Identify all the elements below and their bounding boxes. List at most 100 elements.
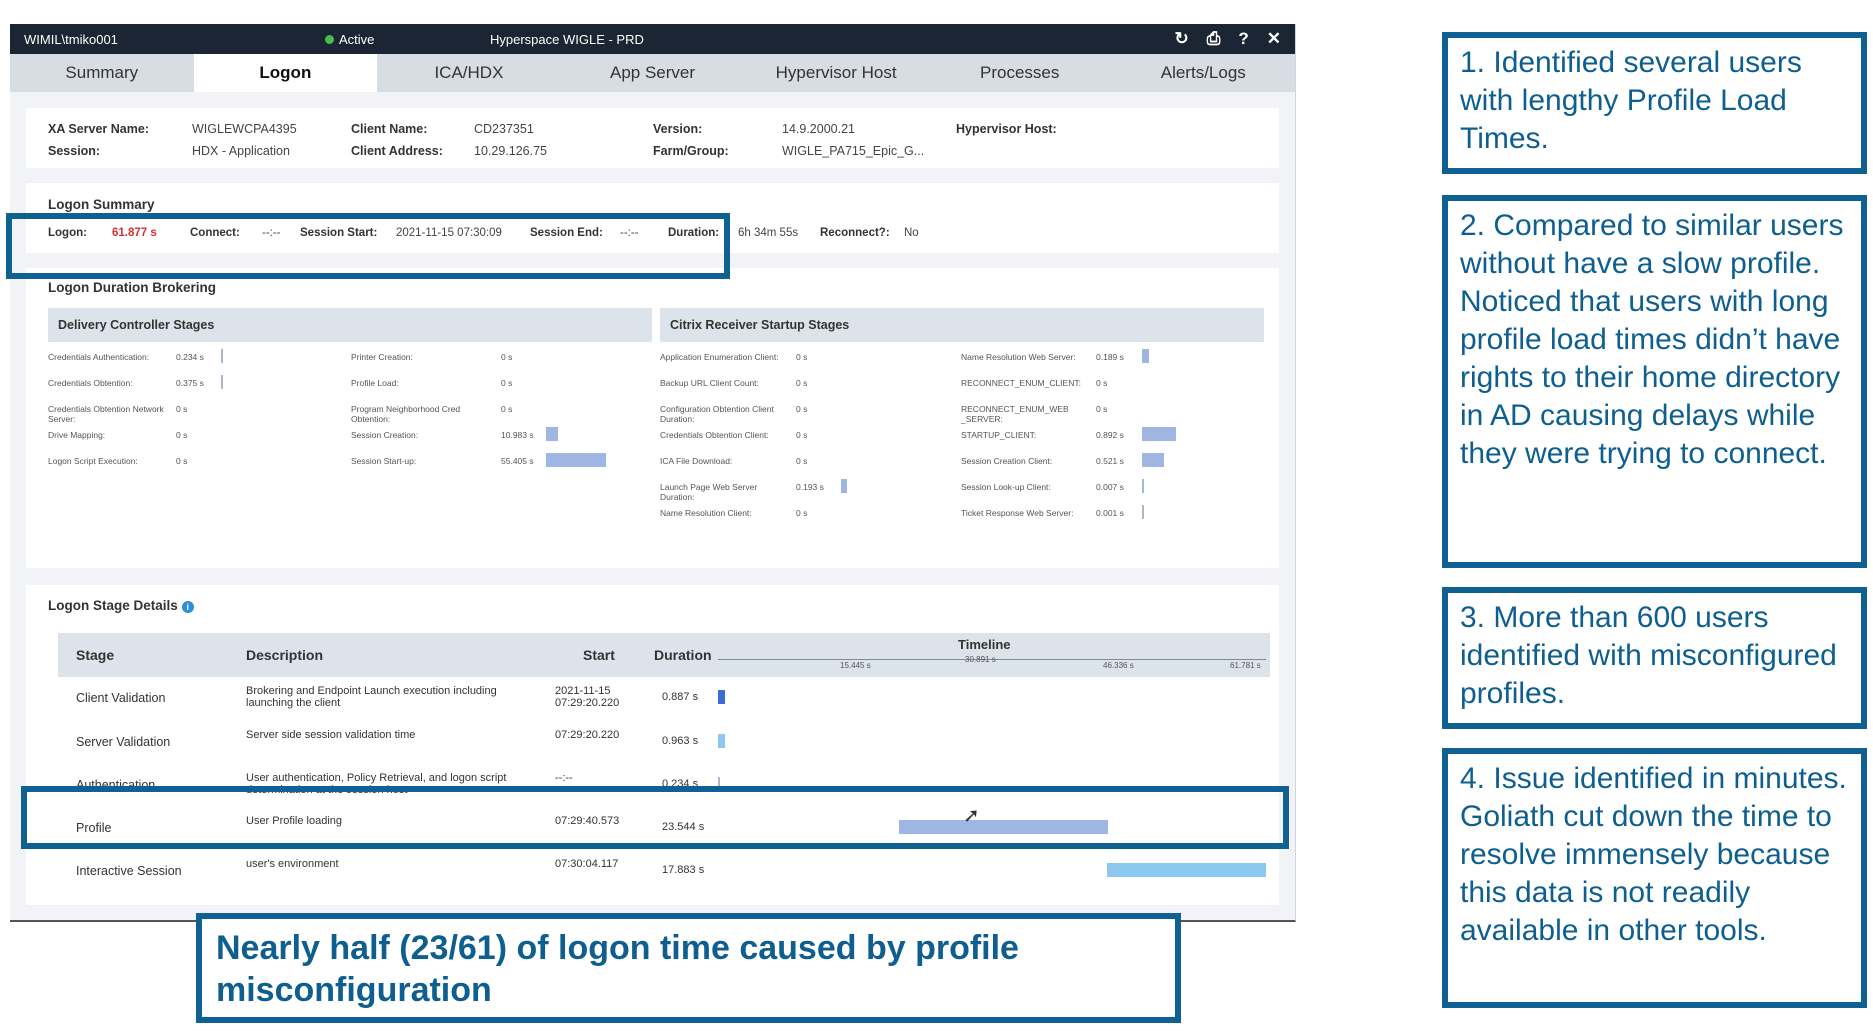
status-indicator: Active bbox=[325, 32, 374, 47]
stage-name: Program Neighborhood Cred Obtention: bbox=[351, 404, 461, 424]
user-label: WIMIL\tmiko001 bbox=[24, 32, 118, 47]
stage-value: 0 s bbox=[176, 456, 188, 466]
bottom-callout: Nearly half (23/61) of logon time caused… bbox=[196, 913, 1181, 1023]
stage-name: Name Resolution Web Server: bbox=[961, 352, 1076, 362]
window-controls: ↻ ⎙ ? ✕ bbox=[1175, 29, 1282, 49]
client-name-value: CD237351 bbox=[474, 122, 534, 136]
client-address-label: Client Address: bbox=[351, 144, 443, 158]
description-cell: Server side session validation time bbox=[246, 729, 416, 741]
logon-summary-title: Logon Summary bbox=[48, 197, 155, 212]
stage-value: 0 s bbox=[796, 430, 808, 440]
callout-3-text: 3. More than 600 users identified with m… bbox=[1460, 601, 1837, 710]
session-label: Session: bbox=[48, 144, 101, 158]
tab-summary[interactable]: Summary bbox=[10, 54, 194, 92]
refresh-icon[interactable]: ↻ bbox=[1175, 29, 1189, 49]
xa-server-value: WIGLEWCPA4395 bbox=[192, 122, 297, 136]
receiver-startup-header: Citrix Receiver Startup Stages bbox=[660, 308, 1264, 342]
client-name-label: Client Name: bbox=[351, 122, 428, 136]
stage-value: 55.405 s bbox=[501, 456, 534, 466]
stage-name: Ticket Response Web Server: bbox=[961, 508, 1074, 518]
status-dot-icon bbox=[325, 35, 334, 44]
reconnect-label: Reconnect?: bbox=[820, 227, 890, 239]
stage-bar bbox=[546, 453, 606, 467]
stage-bar bbox=[1142, 479, 1144, 493]
stage-bar bbox=[1142, 427, 1176, 441]
window-title: Hyperspace WIGLE - PRD bbox=[490, 32, 644, 47]
tab-logon[interactable]: Logon bbox=[193, 54, 378, 92]
tab-processes[interactable]: Processes bbox=[928, 54, 1112, 92]
print-icon[interactable]: ⎙ bbox=[1207, 29, 1221, 49]
tab-alerts-logs[interactable]: Alerts/Logs bbox=[1111, 54, 1295, 92]
stage-name: Session Creation Client: bbox=[961, 456, 1053, 466]
stage-cell: Client Validation bbox=[76, 691, 166, 705]
description-cell: Brokering and Endpoint Launch execution … bbox=[246, 685, 497, 709]
stage-name: STARTUP_CLIENT: bbox=[961, 430, 1037, 440]
stage-value: 0.892 s bbox=[1096, 430, 1124, 440]
callout-2: 2. Compared to similar users without hav… bbox=[1442, 195, 1867, 568]
col-description[interactable]: Description bbox=[246, 647, 323, 663]
col-timeline[interactable]: Timeline bbox=[958, 637, 1011, 652]
stage-bar bbox=[221, 375, 223, 389]
stage-value: 0 s bbox=[1096, 378, 1108, 388]
duration-cell: 17.883 s bbox=[662, 864, 705, 876]
stage-value: 0 s bbox=[501, 378, 513, 388]
close-icon[interactable]: ✕ bbox=[1267, 29, 1281, 49]
stage-value: 0.521 s bbox=[1096, 456, 1124, 466]
start-cell: --:-- bbox=[555, 772, 573, 784]
timeline-bar bbox=[718, 690, 725, 704]
timeline-bar bbox=[1107, 863, 1266, 877]
col-start[interactable]: Start bbox=[583, 647, 615, 663]
timeline-tick-2: 30.891 s bbox=[965, 655, 996, 664]
duration-cell: 0.963 s bbox=[662, 735, 699, 747]
stage-value: 0 s bbox=[796, 404, 808, 414]
stage-value: 0.193 s bbox=[796, 482, 824, 492]
stage-bar bbox=[1142, 505, 1144, 519]
xa-server-label: XA Server Name: bbox=[48, 122, 149, 136]
stage-name: RECONNECT_ENUM_CLIENT: bbox=[961, 378, 1081, 388]
tab-ica-hdx[interactable]: ICA/HDX bbox=[377, 54, 561, 92]
stage-value: 0.189 s bbox=[1096, 352, 1124, 362]
brokering-title: Logon Duration Brokering bbox=[48, 280, 216, 295]
tab-app-server[interactable]: App Server bbox=[561, 54, 745, 92]
col-duration[interactable]: Duration bbox=[654, 647, 712, 663]
hypervisor-host-label: Hypervisor Host: bbox=[956, 122, 1057, 136]
start-cell: 07:30:04.117 bbox=[555, 858, 619, 870]
stage-name: Name Resolution Client: bbox=[660, 508, 752, 518]
session-value: HDX - Application bbox=[192, 144, 290, 158]
stage-value: 10.983 s bbox=[501, 430, 534, 440]
stage-details-title: Logon Stage Details i bbox=[48, 598, 194, 613]
info-icon[interactable]: i bbox=[181, 601, 194, 613]
stage-cell: Server Validation bbox=[76, 735, 171, 749]
stage-cell: Interactive Session bbox=[76, 864, 182, 878]
stage-name: Credentials Obtention Client: bbox=[660, 430, 769, 440]
reconnect-value: No bbox=[904, 227, 919, 239]
stage-name: Session Look-up Client: bbox=[961, 482, 1051, 492]
version-value: 14.9.2000.21 bbox=[782, 122, 855, 136]
stage-bar bbox=[1142, 453, 1164, 467]
col-stage[interactable]: Stage bbox=[76, 647, 114, 663]
stage-name: Session Start-up: bbox=[351, 456, 417, 466]
stage-value: 0.001 s bbox=[1096, 508, 1124, 518]
start-cell: 2021-11-15 07:29:20.220 bbox=[555, 685, 620, 709]
stage-name: Application Enumeration Client: bbox=[660, 352, 779, 362]
version-label: Version: bbox=[653, 122, 703, 136]
brokering-panel: Logon Duration Brokering Delivery Contro… bbox=[26, 268, 1279, 568]
stage-name: Drive Mapping: bbox=[48, 430, 106, 440]
help-icon[interactable]: ? bbox=[1238, 29, 1248, 49]
start-cell: 07:29:20.220 bbox=[555, 729, 620, 741]
mouse-cursor-icon: ➚ bbox=[963, 805, 980, 827]
stage-value: 0 s bbox=[176, 404, 188, 414]
stage-value: 0 s bbox=[796, 508, 808, 518]
stage-name: Printer Creation: bbox=[351, 352, 413, 362]
stage-name: Logon Script Execution: bbox=[48, 456, 138, 466]
stage-value: 0 s bbox=[501, 352, 513, 362]
stage-value: 0 s bbox=[1096, 404, 1108, 414]
stage-value: 0 s bbox=[796, 456, 808, 466]
stage-name: Launch Page Web Server Duration: bbox=[660, 482, 758, 502]
tab-hypervisor-host[interactable]: Hypervisor Host bbox=[744, 54, 928, 92]
stage-name: Profile Load: bbox=[351, 378, 399, 388]
bottom-callout-text: Nearly half (23/61) of logon time caused… bbox=[216, 929, 1019, 1009]
callout-1-text: 1. Identified several users with lengthy… bbox=[1460, 46, 1802, 155]
timeline-tick-4: 61.781 s bbox=[1230, 661, 1261, 670]
stage-bar bbox=[841, 479, 847, 493]
